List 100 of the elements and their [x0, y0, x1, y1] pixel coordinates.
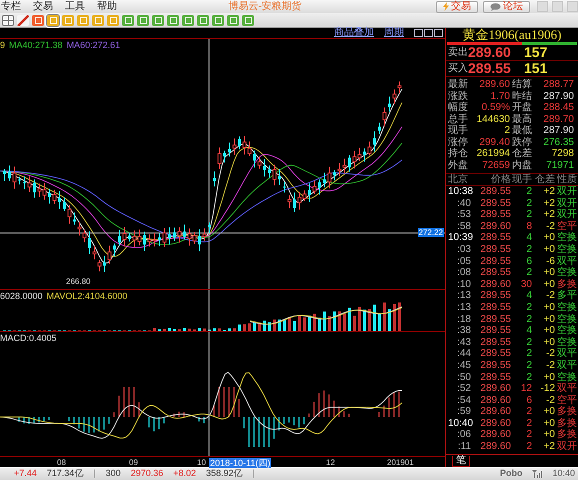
table-cell-text: +0 — [542, 267, 555, 279]
table-cell-text: :50 — [456, 372, 472, 384]
toolbar-icon[interactable] — [227, 14, 239, 26]
stat-value: 288.77 — [542, 79, 574, 90]
forum-button[interactable]: 论坛 — [483, 0, 530, 12]
stat-value: 0.59% — [480, 102, 510, 114]
quote-volume: 157 — [524, 46, 548, 58]
table-cell-text: 12 — [520, 383, 532, 395]
quote-volume: 151 — [524, 62, 548, 74]
stat-value: 299.40 — [478, 136, 510, 148]
toolbar-icon[interactable] — [182, 14, 194, 26]
table-cell-text: 289.60 — [479, 441, 511, 453]
stat-label: 结算 — [512, 79, 532, 90]
table-cell: 双平 — [556, 360, 577, 372]
table-cell-text: 双开 — [556, 209, 577, 220]
stat-value: 289.70 — [542, 114, 574, 125]
table-cell-text: :58 — [456, 220, 472, 232]
table-cell-text: +2 — [542, 209, 555, 221]
stat-label: 最低 — [512, 125, 532, 136]
table-cell-text: +0 — [542, 429, 555, 442]
table-cell-text: 289.55 — [479, 244, 511, 256]
table-cell-text: 289.60 — [479, 278, 511, 290]
axis-label: 12 — [325, 458, 336, 468]
table-cell-text: 289.55 — [479, 348, 511, 360]
line-chart-icon[interactable] — [17, 14, 29, 26]
table-cell-text: 4 — [525, 290, 532, 302]
toolbar-icon[interactable] — [197, 14, 209, 26]
table-cell-text: 289.55 — [479, 186, 511, 198]
lightning-icon — [443, 2, 449, 11]
stat-value: 276.35 — [542, 136, 574, 148]
table-cell-text: :43 — [456, 336, 472, 348]
menu-item[interactable]: 帮助 — [97, 0, 117, 13]
table-cell-text: 289.60 — [479, 406, 511, 418]
clock-time: 10:40 — [552, 467, 575, 480]
table-cell-text: :38 — [456, 325, 472, 337]
status-text: | — [252, 468, 255, 480]
table-cell-text: -12 — [540, 383, 555, 395]
table-cell-text: 双平 — [556, 256, 577, 267]
toolbar-icon[interactable] — [77, 14, 89, 26]
quote-label: 买入 — [448, 62, 468, 74]
table-cell-text: 空平 — [556, 394, 577, 406]
toolbar-icon[interactable] — [47, 14, 59, 26]
table-cell-text: :44 — [456, 348, 472, 360]
table-cell-text: 2 — [525, 244, 532, 256]
stat-label: 最新 — [448, 79, 468, 90]
table-cell-text: 30 — [520, 278, 532, 290]
stat-label: 现手 — [448, 125, 468, 136]
table-cell-text: 多换 — [556, 418, 577, 429]
toolbar-icon[interactable] — [107, 14, 119, 26]
column-header: 北京 — [448, 174, 469, 185]
table-cell-text: 289.60 — [479, 418, 511, 430]
menu-item[interactable]: 工具 — [65, 0, 85, 13]
window-title: 博易云-安粮期货 — [228, 0, 303, 13]
toolbar-link[interactable]: 商品叠加 — [334, 28, 374, 38]
minimize-icon[interactable] — [537, 1, 548, 12]
table-cell-text: 4 — [525, 232, 532, 244]
toolbar-icon[interactable] — [92, 14, 104, 26]
table-cell-text: 289.55 — [479, 232, 511, 244]
table-cell-text: 8 — [525, 220, 532, 232]
toolbar-icon[interactable] — [62, 14, 74, 26]
toolbar-icon[interactable] — [167, 14, 179, 26]
toolbar-icon[interactable] — [137, 14, 149, 26]
stat-label: 开盘 — [512, 102, 532, 114]
legend-label: 9 — [0, 40, 6, 50]
table-cell: 双开 — [556, 186, 577, 198]
toolbar-icon[interactable] — [122, 14, 134, 26]
table-cell-text: :54 — [456, 394, 472, 406]
table-cell-text: +2 — [542, 198, 555, 210]
table-cell-text: -2 — [545, 220, 555, 232]
price-tag: 272.22 — [418, 228, 444, 237]
toolbar-icon[interactable] — [32, 14, 44, 26]
trade-button[interactable]: 交易 — [436, 0, 478, 12]
table-cell-text: 289.55 — [479, 336, 511, 348]
menu-item[interactable]: 交易 — [33, 0, 53, 13]
table-cell-text: 空平 — [556, 220, 577, 232]
toolbar-icon[interactable] — [212, 14, 224, 26]
table-cell-text: 289.60 — [479, 394, 511, 406]
column-header: 价格 — [490, 174, 511, 185]
stat-value: 144630 — [476, 114, 510, 125]
toolbar-link[interactable]: 周期 — [384, 28, 404, 38]
toolbar-icon[interactable] — [152, 14, 164, 26]
table-cell-text: +0 — [542, 278, 555, 290]
table-cell-text: :11 — [456, 441, 472, 453]
stat-value: 2 — [503, 125, 510, 136]
stat-label: 内盘 — [512, 160, 532, 171]
grid-icon[interactable] — [2, 14, 14, 26]
legend-label: MA40:271.38 — [9, 40, 63, 50]
status-text: 717.34亿 — [46, 467, 84, 480]
table-cell-text: 2 — [525, 441, 532, 453]
table-cell-text: 289.55 — [479, 372, 511, 384]
toolbar-icon[interactable] — [242, 14, 254, 26]
maximize-icon[interactable] — [552, 1, 563, 12]
stat-label: 最高 — [512, 114, 532, 125]
table-cell-text: 289.55 — [479, 360, 511, 372]
table-cell-text: 6 — [525, 394, 532, 406]
menu-item[interactable]: 专栏 — [1, 0, 21, 13]
table-cell-text: +0 — [542, 325, 555, 337]
close-icon[interactable] — [567, 1, 578, 12]
table-cell-text: 289.55 — [479, 267, 511, 279]
column-header: 现手 — [512, 174, 532, 185]
